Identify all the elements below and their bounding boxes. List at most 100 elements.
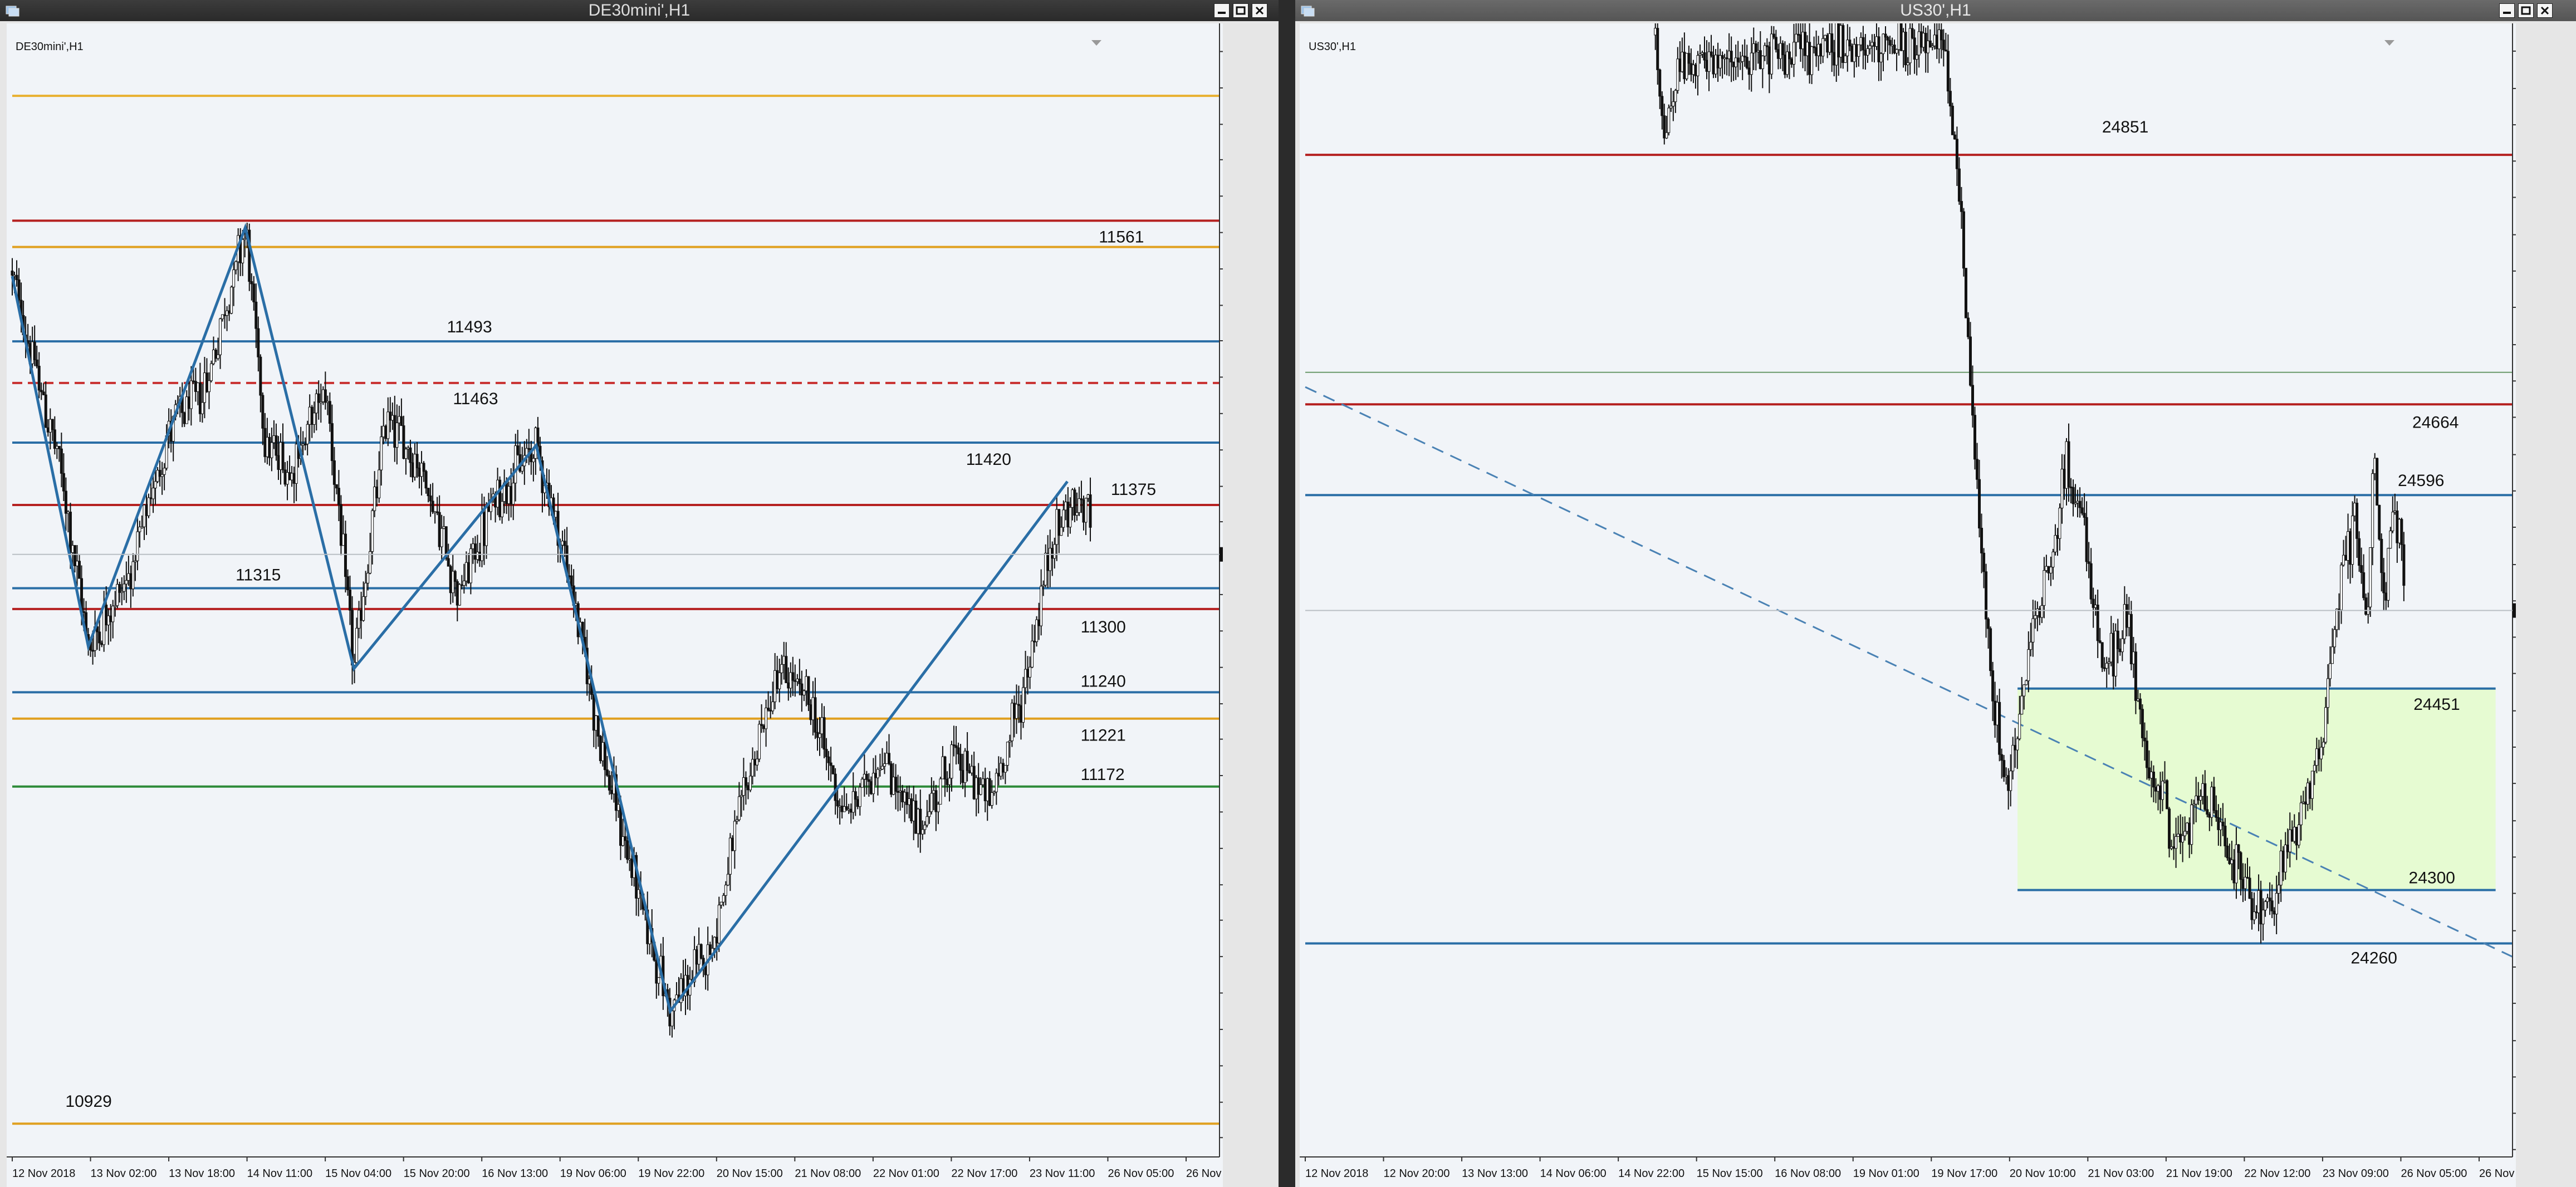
candle-body [871, 773, 875, 794]
candle-body [203, 372, 206, 403]
candle-body [339, 504, 342, 546]
candle-body [1037, 619, 1041, 626]
candle-body [1899, 23, 1903, 51]
candle-body [1857, 45, 1860, 57]
candle-body [979, 784, 982, 795]
level-label: 24664 [2412, 413, 2459, 431]
minimize-button[interactable] [2499, 3, 2515, 18]
candle-body [209, 363, 213, 381]
candle-body [865, 774, 868, 780]
candle-body [977, 777, 980, 795]
candle-body [802, 690, 806, 695]
candle-body [974, 777, 978, 799]
candle-body [516, 445, 520, 455]
candle-body [675, 994, 678, 1000]
candle-body [395, 423, 399, 448]
candle-body [107, 615, 110, 626]
candle-body [2301, 801, 2305, 803]
candle-body [2310, 771, 2314, 799]
candle-body [1902, 32, 1905, 51]
candle-body [1698, 53, 1702, 56]
chart-us30[interactable]: 248512466424596244512430024260US30',H124… [1300, 23, 2516, 1187]
candle-body [1813, 46, 1816, 48]
candle-body [1669, 106, 1673, 109]
titlebar-de30[interactable]: DE30mini',H1 [0, 0, 1279, 21]
candle-body [2179, 833, 2182, 843]
candle-body [983, 778, 987, 801]
candle-body [1069, 507, 1072, 528]
chart-window-de30[interactable]: DE30mini',H1 11561 11493 11463 11420 11375 11… [0, 0, 1279, 1187]
candle-body [2058, 507, 2061, 539]
close-button[interactable] [1252, 3, 1267, 18]
candle-body [1783, 54, 1786, 75]
level-label: 24596 [2398, 472, 2444, 490]
candle-body [2261, 910, 2265, 925]
candle-body [404, 449, 408, 459]
candle-body [44, 394, 47, 428]
candle-body [156, 470, 159, 482]
candle-body [510, 485, 513, 505]
candle-body [874, 773, 877, 778]
chart-window-us30[interactable]: US30',H1 24851 24664 24596 24451 24300 24260 U… [1295, 0, 2576, 1187]
chart-canvas-de30[interactable]: 11561 11493 11463 11420 11375 11315 11300 11240… [7, 23, 1223, 1187]
candle-body [1042, 585, 1045, 587]
candle-body [758, 724, 761, 759]
candle-body [1944, 50, 1947, 52]
candle-body [1795, 33, 1798, 43]
candle-body [1001, 763, 1005, 773]
candle-body [2065, 441, 2068, 489]
restore-button[interactable] [2518, 3, 2534, 18]
candle-body [357, 610, 361, 629]
candle-body [1723, 57, 1726, 60]
candle-body [1765, 45, 1769, 47]
titlebar-us30[interactable]: US30',H1 [1295, 0, 2576, 21]
candle-body [415, 454, 419, 469]
candle-body [2074, 502, 2077, 504]
candle-body [2203, 783, 2207, 810]
candle-body [1024, 669, 1027, 688]
candle-body [800, 683, 804, 695]
candle-body [366, 572, 370, 583]
candle-body [438, 512, 441, 547]
candle-body [854, 791, 857, 800]
candle-body [1721, 55, 1724, 59]
candle-body [617, 804, 620, 811]
candle-body [2376, 458, 2379, 506]
chart-de30[interactable]: 11561 11493 11463 11420 11375 11315 11300 11240… [7, 23, 1223, 1187]
candle-body [2100, 642, 2104, 668]
candle-body [912, 800, 915, 822]
candle-body [2112, 632, 2115, 676]
candle-body [205, 372, 208, 393]
chart-canvas-us30[interactable]: 248512466424596244512430024260US30',H124… [1300, 23, 2516, 1187]
candle-body [422, 463, 425, 472]
candle-body [782, 656, 786, 665]
candle-body [2228, 857, 2231, 864]
candle-body [2116, 630, 2119, 649]
minimize-icon [1218, 12, 1226, 14]
candle-body [2109, 632, 2113, 663]
candle-body [1060, 527, 1063, 536]
candle-body [997, 773, 1000, 777]
candle-body [1725, 57, 1728, 60]
candle-body [2246, 877, 2249, 879]
candle-body [827, 756, 830, 763]
candle-body [899, 790, 902, 792]
candle-body [1955, 139, 1958, 169]
candle-body [2157, 785, 2160, 792]
candle-body [1031, 640, 1034, 668]
candle-body [1752, 43, 1755, 53]
candle-body [851, 791, 855, 813]
candle-body [2076, 501, 2079, 503]
candle-body [1833, 52, 1836, 66]
candle-body [2170, 846, 2173, 849]
candle-body [776, 670, 779, 689]
restore-button[interactable] [1233, 3, 1248, 18]
close-button[interactable] [2537, 3, 2553, 18]
candle-body [2221, 821, 2225, 826]
minimize-button[interactable] [1214, 3, 1230, 18]
candle-body [843, 806, 846, 812]
candle-body [17, 279, 21, 301]
candle-body [780, 664, 783, 674]
candle-body [838, 806, 841, 808]
candle-body [624, 836, 627, 841]
